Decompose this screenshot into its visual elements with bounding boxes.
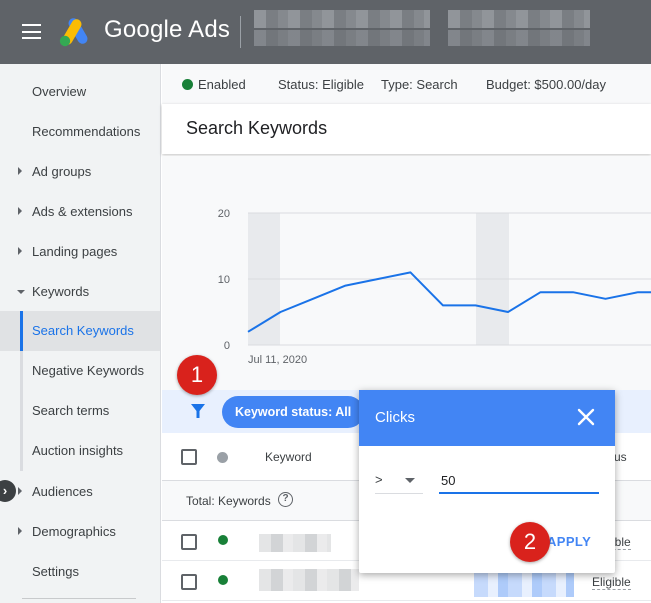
dropdown-arrow-icon	[405, 478, 415, 483]
series-line	[247, 271, 651, 333]
header-divider	[240, 16, 241, 48]
sidebar-divider	[22, 598, 136, 599]
sidebar-item-label: Search Keywords	[32, 323, 134, 338]
side-navigation: Overview Recommendations Ad groups Ads &…	[0, 64, 161, 603]
clicks-value-input[interactable]	[439, 468, 599, 494]
redacted-account-name	[254, 10, 430, 28]
top-app-bar: Google Ads	[0, 0, 651, 64]
page-title: Search Keywords	[186, 118, 328, 138]
active-indicator	[20, 311, 23, 351]
enabled-status-dot-icon	[182, 79, 193, 90]
sidebar-item-auction-insights[interactable]: Auction insights	[0, 431, 160, 471]
brand-name: Google Ads	[104, 16, 231, 43]
campaign-status-bar: Enabled Status: Eligible Type: Search Bu…	[162, 64, 651, 104]
caret-right-icon	[18, 247, 22, 255]
redacted-keyword	[259, 569, 359, 591]
row-checkbox[interactable]	[181, 574, 197, 590]
sidebar-item-label: Landing pages	[32, 244, 118, 259]
sidebar-item-ad-groups[interactable]: Ad groups	[0, 152, 160, 192]
sidebar-item-settings[interactable]: Settings	[0, 552, 160, 592]
sidebar-item-label: Settings	[32, 564, 79, 579]
sidebar-item-negative-keywords[interactable]: Negative Keywords	[0, 351, 160, 391]
y-tick-label: 20	[218, 208, 230, 220]
sidebar-item-label: Negative Keywords	[32, 363, 144, 378]
status-column-header[interactable]: us	[614, 450, 627, 464]
enabled-status-dot-icon	[218, 535, 228, 545]
eligibility-status: Status: Eligible	[278, 77, 364, 92]
select-all-checkbox[interactable]	[181, 449, 197, 465]
campaign-budget: Budget: $500.00/day	[486, 77, 606, 92]
sidebar-item-label: Ads & extensions	[32, 204, 133, 219]
y-tick-label: 10	[218, 274, 230, 286]
sidebar-item-label: Search terms	[32, 403, 110, 418]
sidebar-item-label: Demographics	[32, 524, 116, 539]
hamburger-menu-icon[interactable]	[22, 24, 41, 39]
filter-funnel-icon[interactable]	[190, 403, 206, 419]
sidebar-item-demographics[interactable]: Demographics	[0, 512, 160, 552]
sidebar-item-label: Recommendations	[32, 124, 141, 139]
dialog-header: Clicks	[359, 390, 615, 446]
help-icon[interactable]: ?	[278, 492, 293, 507]
sidebar-item-landing-pages[interactable]: Landing pages	[0, 232, 160, 272]
caret-right-icon	[18, 527, 22, 535]
sidebar-item-label: Keywords	[32, 284, 90, 299]
operator-value: >	[375, 472, 383, 487]
clicks-filter-dialog: Clicks > APPLY	[359, 390, 615, 573]
caret-right-icon	[18, 207, 22, 215]
sidebar-item-ads-extensions[interactable]: Ads & extensions	[0, 192, 160, 232]
caret-right-icon	[18, 487, 22, 495]
caret-down-icon	[17, 290, 25, 294]
sidebar-item-label: Auction insights	[32, 443, 124, 458]
redacted-bid-cell	[474, 571, 574, 597]
sidebar-item-keywords[interactable]: Keywords	[0, 272, 160, 312]
redacted-account-id	[254, 30, 430, 46]
keyword-status-filter-chip[interactable]: Keyword status: All	[222, 396, 365, 428]
sidebar-item-label: Audiences	[32, 484, 93, 499]
sidebar-item-overview[interactable]: Overview	[0, 72, 160, 112]
operator-select[interactable]: >	[375, 470, 423, 494]
sidebar-item-audiences[interactable]: Audiences	[0, 472, 160, 512]
apply-button[interactable]: APPLY	[547, 534, 591, 549]
row-checkbox[interactable]	[181, 534, 197, 550]
sidebar-item-label: Ad groups	[32, 164, 92, 179]
x-tick-label: Jul 11, 2020	[248, 354, 307, 366]
sidebar-item-label: Overview	[32, 84, 87, 99]
redacted-campaign-sub	[448, 30, 590, 46]
step-marker-1: 1	[177, 355, 217, 395]
caret-right-icon	[18, 167, 22, 175]
status-column-dot-icon	[217, 452, 228, 463]
step-marker-2: 2	[510, 522, 550, 562]
row-status: Eligible	[592, 575, 631, 590]
sidebar-item-search-terms[interactable]: Search terms	[0, 391, 160, 431]
clicks-line-chart: 0 10 20 Jul 11, 2020	[218, 208, 651, 366]
total-label: Total: Keywords	[186, 494, 271, 508]
campaign-type: Type: Search	[381, 77, 458, 92]
enabled-label: Enabled	[198, 77, 246, 92]
performance-chart: 0 10 20 Jul 11, 2020	[162, 156, 651, 390]
enabled-status-dot-icon	[218, 575, 228, 585]
redacted-campaign-name	[448, 10, 590, 28]
sidebar-item-search-keywords[interactable]: Search Keywords	[0, 311, 160, 351]
y-tick-label: 0	[224, 340, 230, 352]
sidebar-item-recommendations[interactable]: Recommendations	[0, 112, 160, 152]
redacted-keyword	[259, 534, 331, 552]
page-title-bar: Search Keywords	[162, 104, 651, 154]
close-icon[interactable]	[577, 408, 595, 426]
dialog-title: Clicks	[375, 409, 415, 426]
google-ads-logo-icon	[59, 18, 88, 47]
keyword-column-header[interactable]: Keyword	[265, 450, 312, 464]
